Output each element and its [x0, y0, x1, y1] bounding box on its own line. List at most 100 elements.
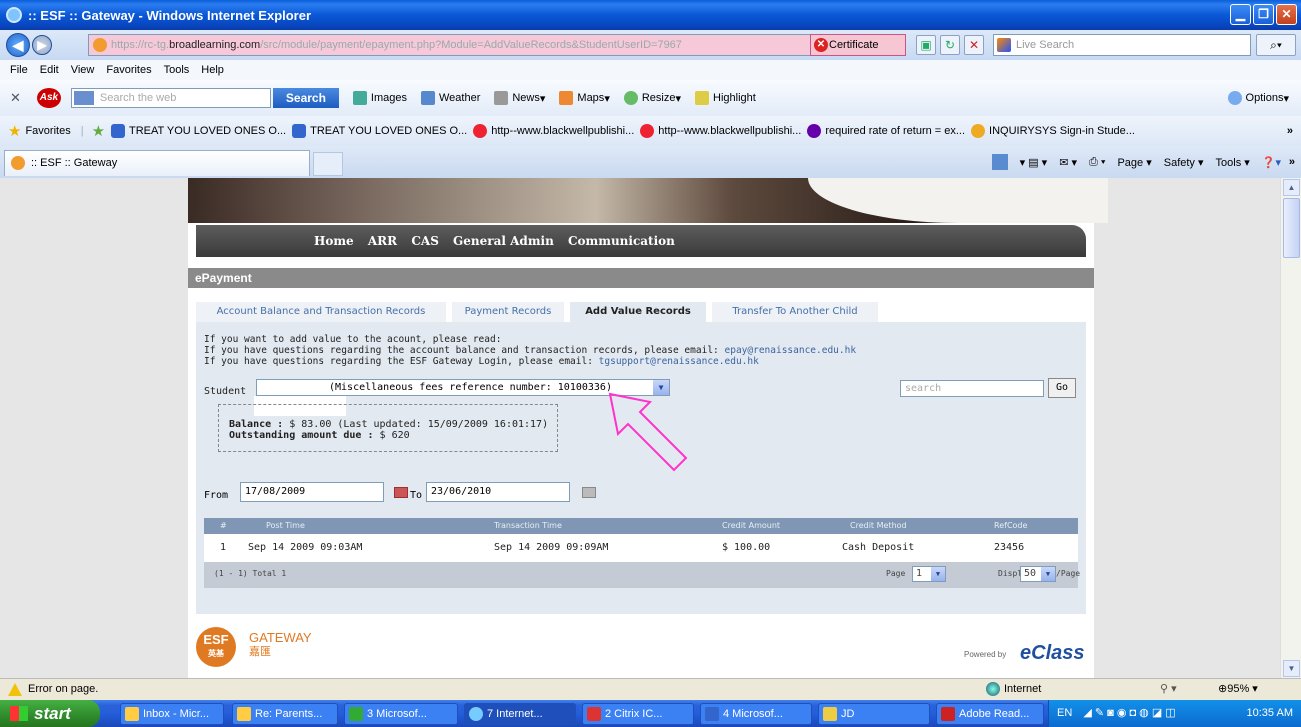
- scroll-down-icon[interactable]: ▼: [1283, 660, 1300, 677]
- total-count: (1 - 1) Total 1: [214, 569, 287, 578]
- tgsupport-email-link[interactable]: tgsupport@renaissance.edu.hk: [599, 356, 759, 367]
- add-favorite-icon[interactable]: ★: [92, 122, 105, 140]
- home-icon[interactable]: [991, 154, 1008, 170]
- weather-button[interactable]: Weather: [420, 91, 480, 105]
- taskbar-item[interactable]: Re: Parents...: [232, 703, 338, 725]
- favorite-link[interactable]: http--www.blackwellpublishi...: [640, 124, 801, 138]
- search-engine-dropdown-icon[interactable]: [73, 91, 94, 105]
- address-field[interactable]: https://rc-tg.broadlearning.com/src/modu…: [88, 34, 836, 56]
- page-select[interactable]: 1 ▼: [912, 566, 946, 582]
- refresh-icon[interactable]: ↻: [940, 35, 960, 55]
- favorite-link[interactable]: TREAT YOU LOVED ONES O...: [111, 124, 286, 138]
- tab-title: :: ESF :: Gateway: [31, 157, 118, 169]
- mail-icon[interactable]: ✉ ▾: [1059, 156, 1077, 169]
- favorites-star-icon[interactable]: ★: [8, 122, 21, 140]
- language-indicator[interactable]: EN: [1057, 707, 1072, 719]
- menu-tools[interactable]: Tools: [164, 64, 190, 76]
- zoom-control[interactable]: ⊕95% ▾: [1218, 679, 1258, 699]
- from-date-input[interactable]: 17/08/2009: [240, 482, 384, 502]
- favorite-link[interactable]: http--www.blackwellpublishi...: [473, 124, 634, 138]
- help-icon[interactable]: ❓▾: [1262, 156, 1281, 169]
- chevron-more-icon[interactable]: »: [1287, 125, 1293, 137]
- go-button[interactable]: Go: [1048, 378, 1076, 398]
- close-button[interactable]: ✕: [1276, 4, 1297, 25]
- display-select[interactable]: 50 ▼: [1020, 566, 1056, 582]
- chevron-down-icon[interactable]: ▼: [1041, 567, 1055, 581]
- highlight-button[interactable]: Highlight: [695, 91, 756, 105]
- taskbar-item[interactable]: 7 Internet...: [464, 703, 576, 725]
- scroll-up-icon[interactable]: ▲: [1283, 179, 1300, 196]
- status-message[interactable]: Error on page.: [28, 679, 98, 699]
- tab-transfer-to-another-child[interactable]: Transfer To Another Child: [712, 302, 878, 322]
- column-header: Credit Amount: [722, 521, 781, 530]
- epay-email-link[interactable]: epay@renaissance.edu.hk: [725, 345, 857, 356]
- nav-cas[interactable]: CAS: [411, 234, 439, 248]
- nav-arr[interactable]: ARR: [368, 234, 397, 248]
- nav-home[interactable]: Home: [314, 234, 354, 248]
- minimize-button[interactable]: ▁: [1230, 4, 1251, 25]
- tab-add-value-records[interactable]: Add Value Records: [570, 302, 706, 322]
- page-menu[interactable]: Page ▾: [1117, 156, 1151, 169]
- ask-search-button[interactable]: Search: [272, 88, 339, 108]
- scroll-thumb[interactable]: [1283, 198, 1300, 258]
- taskbar-item[interactable]: JD: [818, 703, 930, 725]
- command-bar: ▾ ▤ ▾ ✉ ▾ ⎙ ▾ Page ▾ Safety ▾ Tools ▾ ❓▾…: [991, 154, 1295, 170]
- new-tab-button[interactable]: [313, 152, 343, 176]
- favorite-link[interactable]: required rate of return = ex...: [807, 124, 965, 138]
- resize-button[interactable]: Resize ▾: [623, 91, 681, 105]
- live-search-input[interactable]: Live Search: [993, 34, 1251, 56]
- options-button[interactable]: Options ▾: [1227, 91, 1289, 105]
- browser-tab[interactable]: :: ESF :: Gateway: [4, 150, 310, 176]
- nav-communication[interactable]: Communication: [568, 234, 675, 248]
- maps-button[interactable]: Maps ▾: [559, 91, 610, 105]
- window-title: :: ESF :: Gateway - Windows Internet Exp…: [28, 7, 312, 23]
- menu-edit[interactable]: Edit: [40, 64, 59, 76]
- back-button[interactable]: ◀: [6, 33, 30, 57]
- start-button[interactable]: start: [0, 700, 100, 727]
- menu-favorites[interactable]: Favorites: [106, 64, 151, 76]
- close-toolbar-icon[interactable]: ✕: [10, 90, 21, 106]
- safety-menu[interactable]: Safety ▾: [1164, 156, 1204, 169]
- clock[interactable]: 10:35 AM: [1247, 700, 1293, 727]
- menu-view[interactable]: View: [71, 64, 95, 76]
- favorite-link[interactable]: INQUIRYSYS Sign-in Stude...: [971, 124, 1135, 138]
- warning-icon[interactable]: [8, 683, 22, 696]
- live-search-placeholder: Live Search: [1016, 39, 1075, 51]
- taskbar-item[interactable]: 4 Microsof...: [700, 703, 812, 725]
- tray-icons[interactable]: ◢ ✎ ◙ ◉ ◘ ◍ ◪ ◫: [1083, 707, 1175, 719]
- calendar-icon[interactable]: [394, 487, 408, 498]
- options-icon: [1227, 91, 1242, 105]
- ask-search-input[interactable]: Search the web: [70, 88, 271, 108]
- restore-button[interactable]: ❐: [1253, 4, 1274, 25]
- tab-payment-records[interactable]: Payment Records: [452, 302, 564, 322]
- favorite-link[interactable]: TREAT YOU LOVED ONES O...: [292, 124, 467, 138]
- chevron-more-icon[interactable]: »: [1289, 156, 1295, 168]
- menu-file[interactable]: File: [10, 64, 28, 76]
- tab-account-balance[interactable]: Account Balance and Transaction Records: [196, 302, 446, 322]
- taskbar-item[interactable]: Adobe Read...: [936, 703, 1044, 725]
- print-icon[interactable]: ⎙ ▾: [1089, 156, 1105, 169]
- site-icon: [640, 124, 655, 138]
- feeds-icon[interactable]: ▾ ▤ ▾: [1020, 156, 1048, 169]
- search-input[interactable]: search: [900, 380, 1044, 397]
- compatibility-icon[interactable]: ▣: [916, 35, 936, 55]
- taskbar-item[interactable]: 3 Microsof...: [344, 703, 458, 725]
- forward-button[interactable]: ▶: [32, 35, 52, 55]
- tools-menu[interactable]: Tools ▾: [1216, 156, 1250, 169]
- calendar-icon[interactable]: [582, 487, 596, 498]
- nav-general-admin[interactable]: General Admin: [453, 234, 554, 248]
- chevron-down-icon[interactable]: ▼: [931, 567, 945, 581]
- to-date-input[interactable]: 23/06/2010: [426, 482, 570, 502]
- protected-mode-icon[interactable]: ⚲ ▾: [1160, 679, 1177, 699]
- vertical-scrollbar[interactable]: ▲ ▼: [1280, 178, 1301, 678]
- taskbar-item[interactable]: 2 Citrix IC...: [582, 703, 694, 725]
- menu-help[interactable]: Help: [201, 64, 224, 76]
- stop-icon[interactable]: ✕: [964, 35, 984, 55]
- favorites-label[interactable]: Favorites: [25, 125, 70, 137]
- search-button[interactable]: ⌕▾: [1256, 34, 1296, 56]
- taskbar-item[interactable]: Inbox - Micr...: [120, 703, 224, 725]
- certificate-error-button[interactable]: ✕ Certificate Error: [810, 34, 906, 71]
- news-button[interactable]: News ▾: [494, 91, 545, 105]
- images-button[interactable]: Images: [352, 91, 407, 105]
- ask-logo[interactable]: Ask: [36, 88, 61, 108]
